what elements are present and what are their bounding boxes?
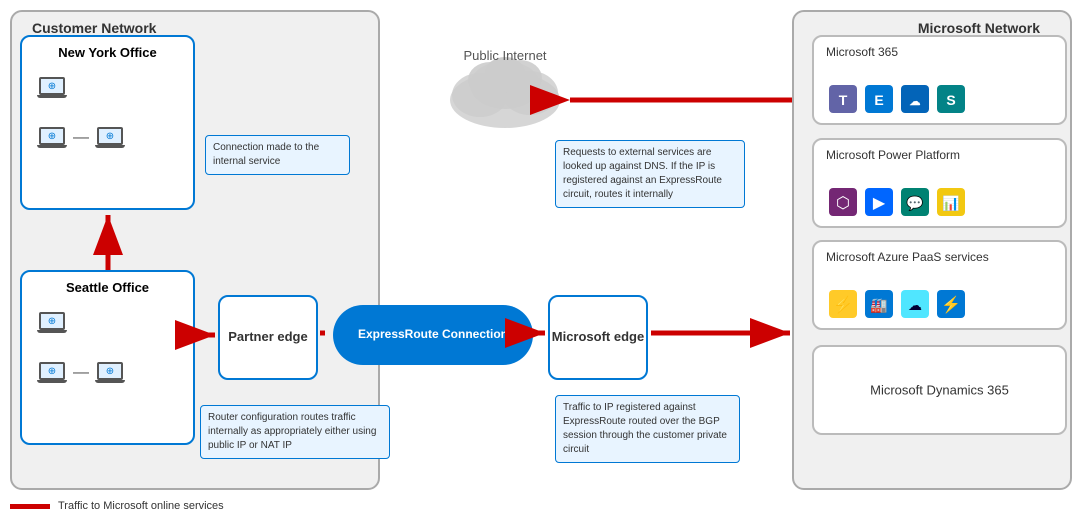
azure-cloud-icon: ☁ bbox=[901, 290, 929, 318]
svg-text:S: S bbox=[946, 92, 955, 108]
svg-text:T: T bbox=[839, 92, 848, 108]
ms-power-label: Microsoft Power Platform bbox=[826, 148, 960, 162]
callout-connection-made: Connection made to the internal service bbox=[205, 135, 350, 175]
svg-text:☁: ☁ bbox=[910, 96, 921, 108]
callout-traffic-ip: Traffic to IP registered against Express… bbox=[555, 395, 740, 463]
azure-factory-icon: 🏭 bbox=[865, 290, 893, 318]
svg-text:▶: ▶ bbox=[873, 195, 886, 212]
partner-edge-label: Partner edge bbox=[228, 329, 307, 346]
exchange-icon: E bbox=[865, 85, 893, 113]
public-internet-label: Public Internet bbox=[430, 48, 580, 65]
ms-edge-label: Microsoft edge bbox=[552, 329, 644, 346]
svg-text:💬: 💬 bbox=[906, 195, 924, 212]
teams-icon: T bbox=[829, 85, 857, 113]
ms-azure-box: Microsoft Azure PaaS services ⚡ 🏭 ☁ ⚡ bbox=[812, 240, 1067, 330]
power-automate-icon: ▶ bbox=[865, 188, 893, 216]
power-bi-icon: 📊 bbox=[937, 188, 965, 216]
laptop-icon-6: ⊕ bbox=[95, 362, 125, 383]
ms-azure-label: Microsoft Azure PaaS services bbox=[826, 250, 989, 264]
legend-line bbox=[10, 504, 50, 509]
diagram-container: Customer Network Microsoft Network New Y… bbox=[0, 0, 1082, 520]
svg-text:⚡: ⚡ bbox=[941, 295, 961, 314]
seattle-laptop-row1: ⊕ bbox=[37, 312, 67, 333]
callout-router-config: Router configuration routes traffic inte… bbox=[200, 405, 390, 459]
laptop-icon-2: ⊕ bbox=[37, 127, 67, 148]
expressroute-cylinder: ExpressRoute Connection bbox=[333, 305, 533, 365]
ny-laptop-row1: ⊕ bbox=[37, 77, 67, 98]
laptop-icon-4: ⊕ bbox=[37, 312, 67, 333]
svg-text:☁: ☁ bbox=[908, 297, 922, 313]
ms-edge-box: Microsoft edge bbox=[548, 295, 648, 380]
public-internet-container: Public Internet bbox=[430, 30, 580, 150]
svg-text:📊: 📊 bbox=[942, 195, 959, 212]
legend: Traffic to Microsoft online services bbox=[10, 500, 224, 512]
ny-laptop-row2: ⊕ — ⊕ bbox=[37, 127, 125, 148]
ms-power-box: Microsoft Power Platform ⬡ ▶ 💬 📊 bbox=[812, 138, 1067, 228]
expressroute-box: ExpressRoute Connection bbox=[328, 295, 538, 375]
svg-text:⚡: ⚡ bbox=[833, 295, 853, 314]
laptop-icon-1: ⊕ bbox=[37, 77, 67, 98]
power-virtual-icon: 💬 bbox=[901, 188, 929, 216]
azure-bolt-icon: ⚡ bbox=[937, 290, 965, 318]
ms365-box: Microsoft 365 T E ☁ S bbox=[812, 35, 1067, 125]
ny-office-label: New York Office bbox=[22, 45, 193, 60]
svg-text:🏭: 🏭 bbox=[870, 297, 887, 314]
sharepoint-icon: S bbox=[937, 85, 965, 113]
seattle-office-box: Seattle Office ⊕ ⊕ — ⊕ bbox=[20, 270, 195, 445]
laptop-icon-3: ⊕ bbox=[95, 127, 125, 148]
svg-text:E: E bbox=[874, 92, 883, 108]
callout-requests-external: Requests to external services are looked… bbox=[555, 140, 745, 208]
azure-icons: ⚡ 🏭 ☁ ⚡ bbox=[829, 290, 965, 318]
legend-label: Traffic to Microsoft online services bbox=[58, 500, 224, 512]
azure-lightning-icon: ⚡ bbox=[829, 290, 857, 318]
power-apps-icon: ⬡ bbox=[829, 188, 857, 216]
onedrive-icon: ☁ bbox=[901, 85, 929, 113]
ny-office-box: New York Office ⊕ ⊕ — ⊕ bbox=[20, 35, 195, 210]
ms-network-label: Microsoft Network bbox=[918, 20, 1040, 36]
ms-dynamics-box: Microsoft Dynamics 365 bbox=[812, 345, 1067, 435]
seattle-office-label: Seattle Office bbox=[22, 280, 193, 295]
expressroute-label: ExpressRoute Connection bbox=[358, 327, 508, 343]
seattle-laptop-row2: ⊕ — ⊕ bbox=[37, 362, 125, 383]
power-icons: ⬡ ▶ 💬 📊 bbox=[829, 188, 965, 216]
customer-network-label: Customer Network bbox=[32, 20, 156, 36]
ms365-label: Microsoft 365 bbox=[826, 45, 898, 59]
laptop-icon-5: ⊕ bbox=[37, 362, 67, 383]
svg-text:⬡: ⬡ bbox=[836, 195, 850, 212]
partner-edge-box: Partner edge bbox=[218, 295, 318, 380]
ms-dynamics-label: Microsoft Dynamics 365 bbox=[870, 383, 1009, 398]
ms365-icons: T E ☁ S bbox=[829, 85, 965, 113]
